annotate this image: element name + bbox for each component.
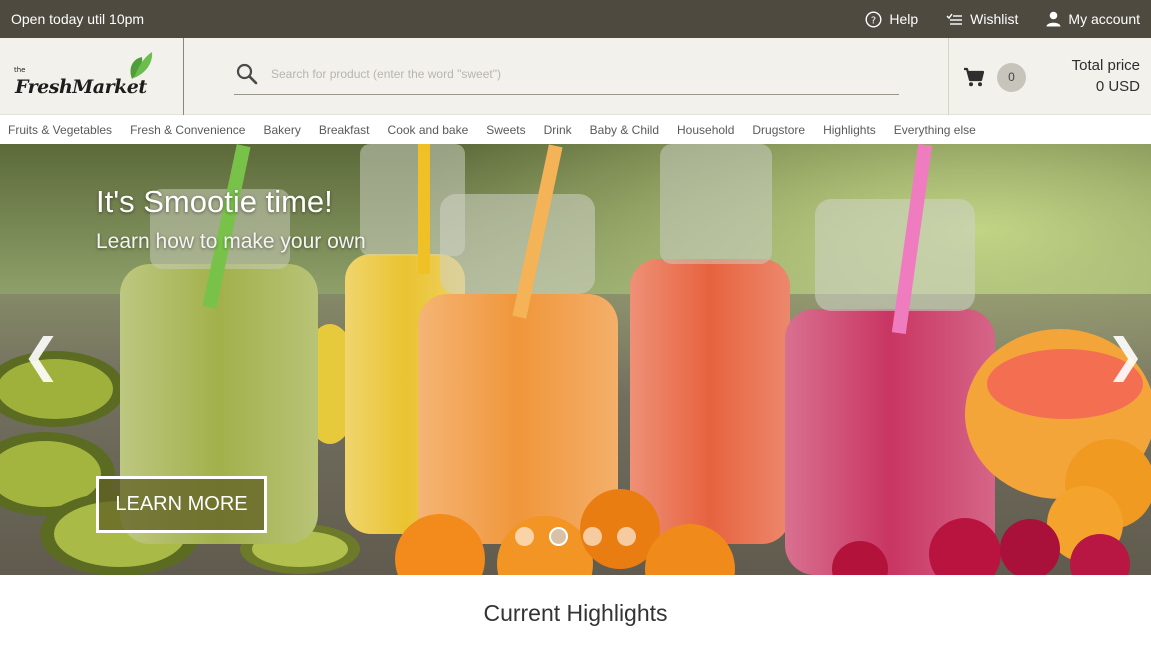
search-bar [234,58,899,95]
carousel-prev-arrow-icon[interactable]: ❮ [22,332,61,378]
category-cook-and-bake[interactable]: Cook and bake [388,123,469,137]
hero-carousel: It's Smootie time! Learn how to make you… [0,144,1151,575]
header-divider-right [948,38,949,115]
cart-icon [964,67,985,87]
category-highlights[interactable]: Highlights [823,123,876,137]
carousel-dot[interactable] [515,527,534,546]
cart-button[interactable]: 0 [963,63,1029,93]
carousel-dot[interactable] [583,527,602,546]
category-bakery[interactable]: Bakery [263,123,300,137]
total-price: Total price 0 USD [1072,55,1140,97]
help-label: Help [889,11,919,27]
category-fresh-convenience[interactable]: Fresh & Convenience [130,123,245,137]
learn-more-button[interactable]: LEARN MORE [96,476,267,533]
search-icon[interactable] [235,62,259,86]
carousel-dots [515,527,636,546]
svg-text:?: ? [871,15,876,26]
help-link[interactable]: ? Help [865,10,919,28]
help-icon: ? [865,10,882,28]
leaf-icon [130,52,153,79]
account-icon [1046,11,1061,27]
category-nav: Fruits & Vegetables Fresh & Convenience … [0,115,1151,144]
category-drugstore[interactable]: Drugstore [752,123,805,137]
search-input[interactable] [271,64,891,84]
category-everything-else[interactable]: Everything else [894,123,976,137]
category-fruits-vegetables[interactable]: Fruits & Vegetables [8,123,112,137]
category-breakfast[interactable]: Breakfast [319,123,370,137]
top-links: ? Help Wishlist My account [865,0,1140,38]
category-household[interactable]: Household [677,123,734,137]
carousel-next-arrow-icon[interactable]: ❯ [1106,332,1145,378]
carousel-dot-active[interactable] [549,527,568,546]
logo-prefix: the [14,66,26,74]
category-sweets[interactable]: Sweets [486,123,525,137]
header-divider [183,38,184,115]
wishlist-link[interactable]: Wishlist [946,11,1018,27]
carousel-dot[interactable] [617,527,636,546]
total-price-value: 0 USD [1095,78,1140,95]
hero-subtitle: Learn how to make your own [96,230,366,253]
category-drink[interactable]: Drink [544,123,572,137]
top-bar: Open today util 10pm ? Help Wishlist My … [0,0,1151,38]
wishlist-icon [946,12,963,26]
wishlist-label: Wishlist [970,11,1019,27]
site-header: the FreshMarket 0 Total price 0 USD [0,38,1151,115]
opening-hours: Open today util 10pm [11,11,145,27]
account-label: My account [1068,11,1140,27]
account-link[interactable]: My account [1046,11,1140,27]
store-logo[interactable]: the FreshMarket [12,50,162,106]
hero-title: It's Smootie time! [96,184,333,219]
category-baby-child[interactable]: Baby & Child [590,123,659,137]
cart-count-badge: 0 [997,63,1026,92]
total-price-label: Total price [1071,57,1140,74]
section-title: Current Highlights [483,600,668,626]
